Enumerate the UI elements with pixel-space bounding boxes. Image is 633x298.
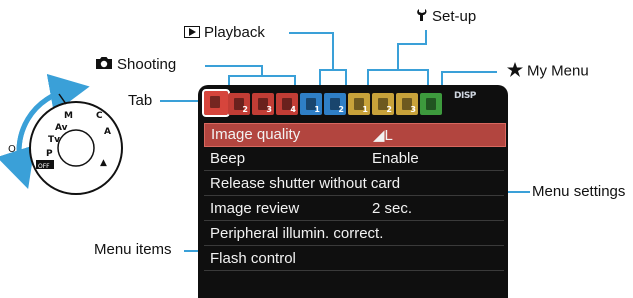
tab-label: Tab (128, 92, 153, 109)
menu-item-value: Enable (372, 150, 419, 167)
menu-tab-3[interactable]: 3 (252, 93, 274, 115)
tab-number: 2 (338, 105, 344, 114)
menu-item-name: Flash control (210, 250, 296, 267)
setup-text: Set-up (432, 8, 477, 25)
my-menu-label: My Menu (507, 62, 589, 81)
playback-label: Playback (184, 24, 265, 42)
menu-tab-4[interactable]: 4 (276, 93, 298, 115)
tab-number: 2 (242, 105, 248, 114)
menu-items-label: Menu items (94, 241, 172, 258)
wrench-icon (416, 8, 428, 26)
tab-icon (210, 96, 220, 108)
setup-label: Set-up (416, 8, 476, 26)
menu-item-value: ◢L (373, 127, 393, 144)
menu-settings-label: Menu settings (532, 183, 626, 200)
menu-item-value: 2 sec. (372, 200, 413, 217)
tab-number: 4 (290, 105, 296, 114)
menu-item-name: Peripheral illumin. correct. (210, 225, 384, 242)
tab-number: 3 (410, 105, 416, 114)
tab-number: 3 (266, 105, 272, 114)
menu-tab-2[interactable]: 2 (228, 93, 250, 115)
tab-icon (426, 98, 436, 110)
menu-tab-9[interactable]: 3 (396, 93, 418, 115)
menu-row[interactable]: Peripheral illumin. correct. (204, 223, 504, 246)
menu-tab-1[interactable] (202, 89, 230, 117)
playback-icon (184, 25, 200, 42)
menu-row[interactable]: Image review 2 sec. (204, 198, 504, 221)
menu-item-name: Beep (210, 150, 246, 167)
lcd-screen: 2 3 4 1 2 1 2 3 DISP Image quality ◢L Beep Enable R… (198, 85, 508, 298)
menu-tab-5[interactable]: 1 (300, 93, 322, 115)
menu-row[interactable]: Flash control (204, 248, 504, 271)
my-menu-text: My Menu (527, 62, 589, 80)
camera-icon (95, 56, 113, 74)
tab-number: 1 (314, 105, 320, 114)
menu-tab-8[interactable]: 2 (372, 93, 394, 115)
tab-number: 1 (362, 105, 368, 114)
menu-tab-10[interactable] (420, 93, 442, 115)
menu-tab-7[interactable]: 1 (348, 93, 370, 115)
playback-text: Playback (204, 24, 265, 41)
shooting-label: Shooting (95, 56, 176, 74)
menu-row[interactable]: Beep Enable (204, 148, 504, 171)
menu-tab-6[interactable]: 2 (324, 93, 346, 115)
star-icon (507, 62, 523, 81)
menu-row[interactable]: Release shutter without card (204, 173, 504, 196)
disp-indicator: DISP (454, 91, 476, 101)
shooting-text: Shooting (117, 56, 177, 73)
menu-item-name: Image quality (211, 126, 301, 143)
menu-item-name: Release shutter without card (210, 175, 401, 192)
menu-item-name: Image review (210, 200, 300, 217)
menu-row[interactable]: Image quality ◢L (204, 123, 506, 147)
tab-number: 2 (386, 105, 392, 114)
